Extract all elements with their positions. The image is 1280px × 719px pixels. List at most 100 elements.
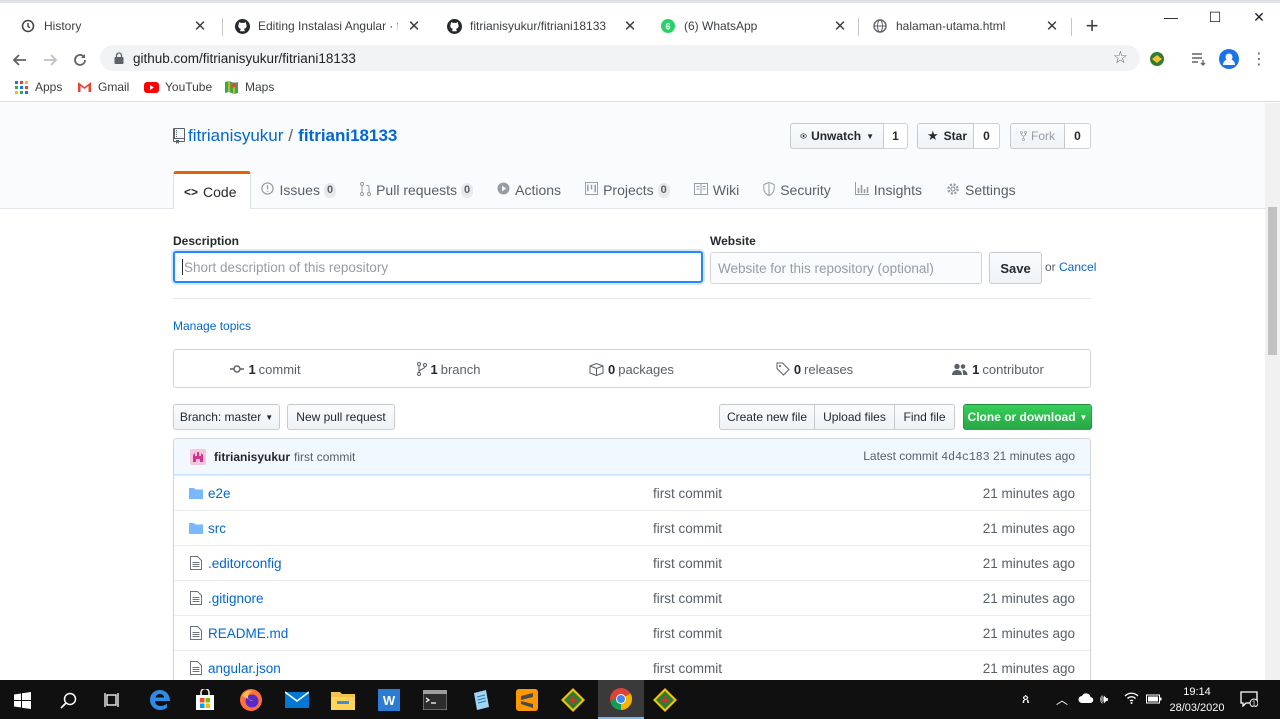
forks-count[interactable]: 0 [1065,123,1091,149]
new-tab-button[interactable]: + [1080,15,1104,39]
unwatch-button[interactable]: Unwatch ▼ [790,123,884,149]
bookmark-youtube[interactable]: YouTube [143,79,212,95]
repo-name-link[interactable]: fitriani18133 [298,126,397,146]
firefox-icon[interactable] [238,687,264,713]
browser-menu-icon[interactable]: ⋮ [1248,48,1270,70]
terminal-icon[interactable] [422,687,448,713]
scrollbar-thumb[interactable] [1268,207,1277,355]
notification-center-icon[interactable]: 1 [1240,691,1259,710]
reading-list-icon[interactable] [1188,48,1210,70]
manage-topics-link[interactable]: Manage topics [173,319,251,333]
file-name-link[interactable]: .gitignore [208,591,264,606]
commit-message-link[interactable]: first commit [294,450,355,464]
create-new-file-button[interactable]: Create new file [719,404,815,430]
browser-tab-history[interactable]: History ✕ [8,9,218,43]
reload-button[interactable] [68,48,92,72]
close-window-button[interactable]: ✕ [1236,9,1280,27]
wifi-icon[interactable] [1124,691,1139,707]
find-file-button[interactable]: Find file [894,404,955,430]
clone-or-download-button[interactable]: Clone or download ▼ [963,404,1092,430]
commit-sha-link[interactable]: 4d4c183 [941,451,989,464]
commits-summary[interactable]: 1 commit [174,350,357,388]
taskbar-clock[interactable]: 19:14 28/03/2020 [1164,684,1230,716]
bookmark-maps[interactable]: Maps [223,79,274,95]
website-input[interactable]: Website for this repository (optional) [710,252,982,284]
star-button[interactable]: ★ Star [917,123,974,149]
fork-button[interactable]: Fork [1010,123,1065,149]
minimize-button[interactable]: — [1148,9,1194,27]
close-icon[interactable]: ✕ [192,18,208,35]
close-icon[interactable]: ✕ [406,18,422,35]
browser-tab-whatsapp[interactable]: 6 (6) WhatsApp ✕ [648,9,858,43]
browser-tab-halaman[interactable]: halaman-utama.html ✕ [860,9,1070,43]
tab-wiki[interactable]: Wiki [684,171,753,209]
word-icon[interactable]: W [376,687,402,713]
tab-code[interactable]: <> Code [173,171,252,209]
repo-owner-link[interactable]: fitrianisyukur [188,126,283,146]
stars-count[interactable]: 0 [974,123,1000,149]
extension-icon[interactable] [1146,48,1168,70]
people-tray-icon[interactable]: ጰ [1022,691,1030,707]
edge-icon[interactable] [147,687,173,713]
file-commit-message[interactable]: first commit [653,486,722,501]
file-commit-message[interactable]: first commit [653,556,722,571]
cloud-icon[interactable] [1078,691,1094,707]
save-button[interactable]: Save [989,252,1042,284]
store-icon[interactable] [192,687,218,713]
cancel-link[interactable]: Cancel [1059,260,1096,274]
tab-projects[interactable]: Projects 0 [575,171,684,209]
volume-icon[interactable]: 🕪 [1100,691,1108,707]
tab-settings[interactable]: Settings [936,171,1030,209]
chrome-icon[interactable] [598,680,644,719]
address-bar[interactable]: github.com/fitrianisyukur/fitriani18133 … [100,45,1140,71]
mail-icon[interactable] [284,687,310,713]
windows-start-icon[interactable] [9,687,35,713]
close-icon[interactable]: ✕ [622,18,638,35]
tab-issues[interactable]: Issues 0 [251,171,350,209]
battery-icon[interactable] [1146,691,1162,707]
bookmark-gmail[interactable]: Gmail [76,79,129,95]
file-name-link[interactable]: angular.json [208,661,281,676]
chevron-up-icon[interactable]: ︿ [1056,691,1068,708]
avatar[interactable] [190,448,206,465]
browser-tab-repo[interactable]: fitrianisyukur/fitriani18133 ✕ [434,9,648,43]
page-scrollbar[interactable] [1265,103,1280,680]
upload-files-button[interactable]: Upload files [814,404,895,430]
git-gui-icon[interactable] [560,687,586,713]
commit-author-link[interactable]: fitrianisyukur [214,450,290,464]
description-input[interactable]: Short description of this repository [173,251,703,283]
file-name-link[interactable]: .editorconfig [208,556,282,571]
branches-summary[interactable]: 1 branch [357,350,540,388]
file-name-link[interactable]: e2e [208,486,231,501]
task-view-icon[interactable] [100,687,126,713]
tab-security[interactable]: Security [753,171,845,209]
bookmark-apps[interactable]: Apps [13,79,62,95]
file-name-link[interactable]: README.md [208,626,288,641]
sublime-text-icon[interactable] [514,687,540,713]
watchers-count[interactable]: 1 [884,123,908,149]
profile-avatar[interactable] [1218,48,1240,70]
packages-summary[interactable]: 0 packages [540,350,723,388]
new-pull-request-button[interactable]: New pull request [287,404,395,430]
tab-pull-requests[interactable]: Pull requests 0 [350,171,487,209]
file-commit-message[interactable]: first commit [653,591,722,606]
file-explorer-icon[interactable] [330,687,356,713]
file-commit-message[interactable]: first commit [653,521,722,536]
close-icon[interactable]: ✕ [832,18,848,35]
contributors-summary[interactable]: 1 contributor [906,350,1090,388]
git-bash-icon[interactable] [652,687,678,713]
bookmark-star-icon[interactable]: ☆ [1113,48,1128,68]
tab-actions[interactable]: Actions [487,171,575,209]
search-icon[interactable] [55,687,81,713]
file-name-link[interactable]: src [208,521,226,536]
maximize-button[interactable]: ☐ [1192,9,1238,27]
file-commit-message[interactable]: first commit [653,626,722,641]
tab-insights[interactable]: Insights [845,171,936,209]
back-button[interactable] [8,48,32,72]
releases-summary[interactable]: 0 releases [723,350,906,388]
file-commit-message[interactable]: first commit [653,661,722,676]
notepad-icon[interactable] [468,687,494,713]
branch-select-button[interactable]: Branch: master ▼ [173,404,280,430]
browser-tab-editing[interactable]: Editing Instalasi Angular · fitria ✕ [222,9,432,43]
forward-button[interactable] [38,48,62,72]
